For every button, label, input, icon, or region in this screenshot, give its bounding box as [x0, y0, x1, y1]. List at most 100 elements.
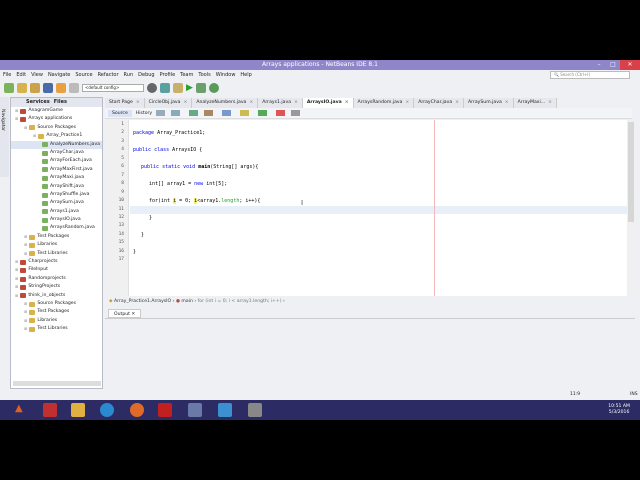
- tab-files[interactable]: Files: [54, 98, 67, 107]
- build-icon[interactable]: [147, 83, 157, 93]
- netbeans-taskbar-icon[interactable]: [188, 403, 202, 417]
- expand-toggle-icon[interactable]: ⊞: [24, 325, 27, 333]
- tab-close-icon[interactable]: ×: [183, 100, 187, 105]
- tree-item[interactable]: ⊞ Test Libraries: [11, 250, 102, 258]
- tree-item[interactable]: ArrayChar.java: [11, 149, 102, 157]
- menu-edit[interactable]: Edit: [16, 70, 26, 80]
- tree-item[interactable]: ⊞ Arrays applications: [11, 115, 102, 123]
- redo-icon[interactable]: [69, 83, 79, 93]
- editor-tab[interactable]: AnalyzeNumbers.java ×: [192, 98, 259, 108]
- menu-help[interactable]: Help: [240, 70, 251, 80]
- source-tab[interactable]: Source: [108, 109, 132, 117]
- tab-close-icon[interactable]: ×: [136, 100, 140, 105]
- clean-icon[interactable]: [173, 83, 183, 93]
- menu-run[interactable]: Run: [124, 70, 134, 80]
- tab-close-icon[interactable]: ×: [345, 100, 349, 105]
- breadcrumb-loop[interactable]: for (int i = 0; i < array1.length; i++): [198, 299, 282, 304]
- app-icon[interactable]: [43, 403, 57, 417]
- tree-item[interactable]: ⊞ Array_Practice1: [11, 132, 102, 140]
- tree-item[interactable]: ArraysIO.java: [11, 216, 102, 224]
- file-explorer-icon[interactable]: [71, 403, 85, 417]
- menu-file[interactable]: File: [3, 70, 11, 80]
- tab-close-icon[interactable]: ×: [405, 100, 409, 105]
- menu-window[interactable]: Window: [216, 70, 236, 80]
- code-editor[interactable]: 1 2 3 4 5 6 7 8 9 10 11 12 13 14 15 16 17 package Array_…: [105, 120, 627, 296]
- open-project-icon[interactable]: [30, 83, 40, 93]
- expand-toggle-icon[interactable]: ⊞: [15, 115, 18, 123]
- breadcrumb-method[interactable]: main: [181, 299, 192, 304]
- tab-close-icon[interactable]: ×: [294, 100, 298, 105]
- save-all-icon[interactable]: [43, 83, 53, 93]
- editor-tab[interactable]: ArrayMaxi... ×: [513, 98, 558, 108]
- expand-toggle-icon[interactable]: ⊞: [15, 107, 18, 115]
- editor-tab[interactable]: ArraysIO.java ×: [302, 98, 354, 108]
- tree-item[interactable]: ⊞ StringProjects: [11, 283, 102, 291]
- expand-toggle-icon[interactable]: ⊞: [24, 250, 27, 258]
- menu-team[interactable]: Team: [180, 70, 193, 80]
- tab-close-icon[interactable]: ×: [249, 100, 253, 105]
- tree-item[interactable]: ArraySum.java: [11, 199, 102, 207]
- tree-item[interactable]: ⊞ Randomprojects: [11, 275, 102, 283]
- expand-toggle-icon[interactable]: ⊞: [15, 266, 18, 274]
- output-tab[interactable]: Output ✕: [108, 309, 142, 318]
- tree-item[interactable]: ArrayMaxi.java: [11, 174, 102, 182]
- close-button[interactable]: ✕: [620, 60, 640, 70]
- editor-tab[interactable]: CircleObj.java ×: [144, 98, 193, 108]
- tree-item[interactable]: ⊞ FileInput: [11, 266, 102, 274]
- tab-close-icon[interactable]: ×: [455, 100, 459, 105]
- profile-icon[interactable]: [208, 83, 219, 93]
- virtualbox-icon[interactable]: [218, 403, 232, 417]
- debug-icon[interactable]: [195, 83, 206, 93]
- horizontal-scrollbar[interactable]: [13, 381, 101, 386]
- new-file-icon[interactable]: [4, 83, 14, 93]
- new-project-icon[interactable]: [17, 83, 27, 93]
- expand-toggle-icon[interactable]: ⊞: [24, 241, 27, 249]
- editor-tab[interactable]: ArraySum.java ×: [464, 98, 514, 108]
- expand-toggle-icon[interactable]: ⊞: [24, 233, 27, 241]
- editor-tab[interactable]: ArrayChar.java ×: [414, 98, 464, 108]
- navigator-strip[interactable]: Navigator: [0, 97, 9, 177]
- expand-toggle-icon[interactable]: ⊞: [24, 317, 27, 325]
- tree-item[interactable]: ⊞ think_in_objects: [11, 292, 102, 300]
- config-select[interactable]: <default config>: [82, 84, 144, 92]
- menu-source[interactable]: Source: [75, 70, 92, 80]
- expand-toggle-icon[interactable]: ⊞: [24, 124, 27, 132]
- expand-toggle-icon[interactable]: ⊞: [24, 300, 27, 308]
- tab-close-icon[interactable]: ×: [548, 100, 552, 105]
- expand-toggle-icon[interactable]: ⊞: [33, 132, 36, 140]
- run-icon[interactable]: ▶: [186, 83, 193, 93]
- tree-item[interactable]: Arrays1.java: [11, 208, 102, 216]
- tools-icon[interactable]: [248, 403, 262, 417]
- tree-item[interactable]: ArrayShuffle.java: [11, 191, 102, 199]
- firefox-icon[interactable]: [130, 403, 144, 417]
- tree-item[interactable]: ⊞ Test Packages: [11, 233, 102, 241]
- menu-debug[interactable]: Debug: [138, 70, 154, 80]
- editor-tab[interactable]: Start Page ×: [105, 98, 145, 108]
- tree-item[interactable]: ⊞ Source Packages: [11, 300, 102, 308]
- clean-build-icon[interactable]: [160, 83, 170, 93]
- menu-view[interactable]: View: [31, 70, 43, 80]
- browser-icon[interactable]: [100, 403, 114, 417]
- tree-item[interactable]: ArrayMaxFirst.java: [11, 166, 102, 174]
- tab-close-icon[interactable]: ×: [505, 100, 509, 105]
- navigator-label[interactable]: Navigator: [0, 109, 5, 131]
- tree-item[interactable]: ArraysRandom.java: [11, 224, 102, 232]
- expand-toggle-icon[interactable]: ⊞: [24, 308, 27, 316]
- tree-item[interactable]: AnalyzeNumbers.java: [11, 140, 102, 149]
- menu-refactor[interactable]: Refactor: [98, 70, 119, 80]
- vlc-icon[interactable]: ▲: [15, 403, 29, 417]
- editor-tab[interactable]: ArraysRandom.java ×: [353, 98, 415, 108]
- tree-item[interactable]: ⊞ Libraries: [11, 241, 102, 249]
- expand-toggle-icon[interactable]: ⊞: [15, 292, 18, 300]
- tree-item[interactable]: ArrayShift.java: [11, 183, 102, 191]
- tree-item[interactable]: ArrayForEach.java: [11, 157, 102, 165]
- minimize-button[interactable]: –: [592, 60, 606, 70]
- history-tab[interactable]: History: [136, 111, 152, 116]
- editor-tools-icons[interactable]: [156, 110, 307, 116]
- acrobat-icon[interactable]: [158, 403, 172, 417]
- menu-navigate[interactable]: Navigate: [48, 70, 70, 80]
- clock[interactable]: 10:51 AM 5/3/2016: [608, 404, 630, 416]
- tree-item[interactable]: ⊞ Libraries: [11, 317, 102, 325]
- editor-scrollbar[interactable]: [627, 120, 635, 296]
- undo-icon[interactable]: [56, 83, 66, 93]
